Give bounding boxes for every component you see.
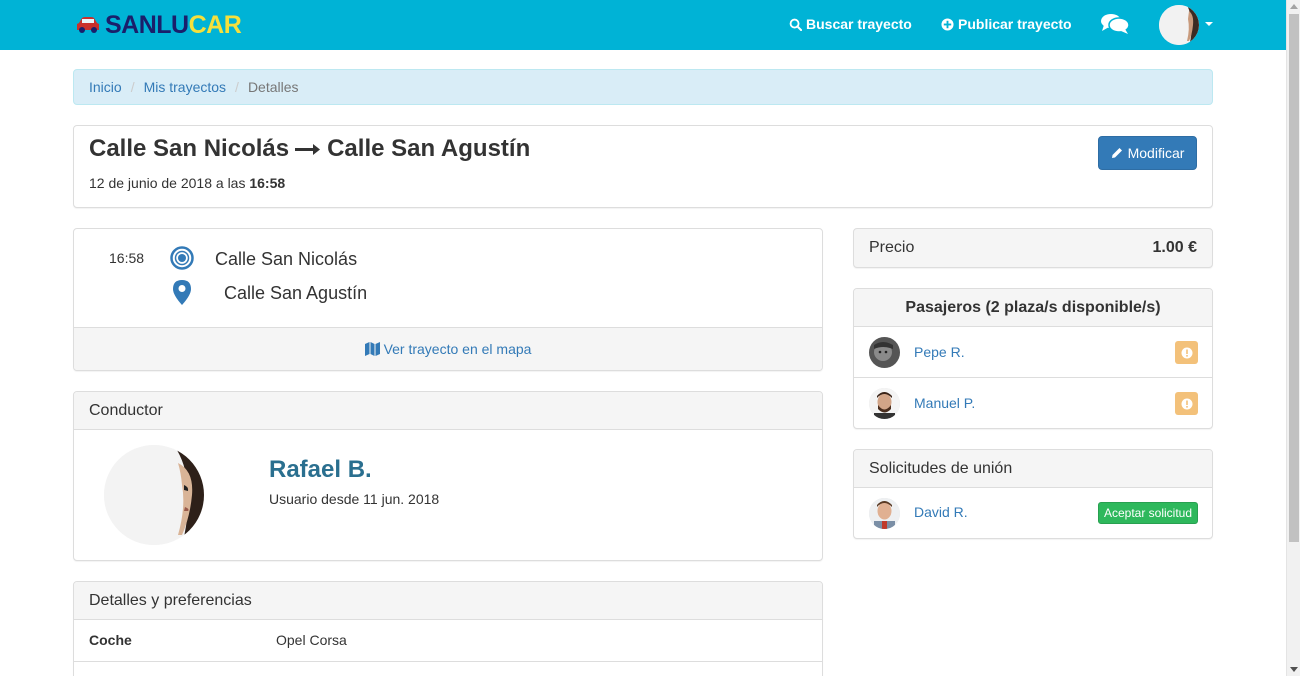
passengers-panel: Pasajeros (2 plaza/s disponible/s) Pepe … [853, 288, 1213, 429]
view-map-link[interactable]: Ver trayecto en el mapa [74, 327, 822, 370]
chevron-down-icon[interactable] [1205, 22, 1213, 26]
nav-publish-label: Publicar trayecto [958, 16, 1072, 32]
passenger-name[interactable]: Manuel P. [914, 395, 975, 411]
passenger-warning-badge[interactable] [1175, 341, 1198, 364]
passenger-photo [869, 388, 900, 419]
nav-search-trip[interactable]: Buscar trayecto [789, 16, 912, 32]
join-requests-heading: Solicitudes de unión [854, 450, 1212, 488]
pencil-icon [1111, 148, 1122, 158]
brand-logo[interactable]: SANLUCAR [75, 10, 242, 40]
dot-circle-icon [170, 246, 194, 270]
page-scrollbar[interactable] [1286, 0, 1300, 676]
breadcrumb-home[interactable]: Inicio [89, 79, 122, 95]
trip-origin-title: Calle San Nicolás [89, 135, 290, 162]
driver-member-since: Usuario desde 11 jun. 2018 [269, 491, 440, 507]
trip-datetime: 12 de junio de 2018 a las 16:58 [89, 175, 285, 191]
modify-button-label: Modificar [1127, 145, 1185, 161]
driver-photo [104, 445, 204, 545]
passengers-panel-heading: Pasajeros (2 plaza/s disponible/s) [854, 289, 1212, 327]
passenger-name[interactable]: Pepe R. [914, 344, 965, 360]
requester-name[interactable]: David R. [914, 504, 968, 520]
driver-name[interactable]: Rafael B. [269, 456, 372, 484]
driver-panel-heading: Conductor [74, 392, 822, 430]
detail-key: Coche [89, 632, 132, 648]
user-avatar[interactable] [1159, 5, 1199, 45]
route-destination: Calle San Agustín [224, 283, 368, 303]
nav-publish-trip[interactable]: Publicar trayecto [941, 16, 1072, 32]
details-panel-heading: Detalles y preferencias [74, 582, 822, 620]
breadcrumb-separator: / [235, 79, 239, 95]
view-map-label: Ver trayecto en el mapa [383, 341, 532, 357]
request-row: David R. Aceptar solicitud [854, 488, 1212, 539]
scroll-up-arrow-icon[interactable] [1290, 4, 1298, 9]
plus-circle-icon [941, 17, 954, 31]
accept-request-button[interactable]: Aceptar solicitud [1098, 502, 1198, 524]
exclamation-circle-icon [1181, 347, 1192, 358]
trip-date-text: 12 de junio de 2018 a las [89, 175, 250, 191]
driver-avatar [104, 445, 204, 545]
route-origin: Calle San Nicolás [215, 249, 358, 269]
avatar-photo [1159, 5, 1199, 45]
breadcrumb: Inicio / Mis trayectos / Detalles [73, 69, 1213, 105]
requester-avatar [869, 498, 900, 529]
join-requests-panel: Solicitudes de unión David R. Aceptar so… [853, 449, 1213, 539]
search-icon [789, 18, 802, 31]
passenger-avatar [869, 337, 900, 368]
nav-search-label: Buscar trayecto [806, 16, 912, 32]
long-arrow-right-icon [295, 144, 321, 155]
driver-panel: Conductor Rafael B. Usuario desde 11 jun… [73, 391, 823, 561]
breadcrumb-my-trips[interactable]: Mis trayectos [144, 79, 226, 95]
top-navbar: SANLUCAR Buscar trayecto Publicar trayec… [0, 0, 1286, 50]
car-icon [77, 17, 99, 33]
details-panel: Detalles y preferencias Coche Opel Corsa [73, 581, 823, 676]
page-title: Calle San Nicolás Calle San Agustín [89, 135, 530, 163]
passenger-warning-badge[interactable] [1175, 392, 1198, 415]
requester-photo [869, 498, 900, 529]
modify-button[interactable]: Modificar [1098, 136, 1197, 170]
detail-value: Opel Corsa [276, 632, 347, 648]
passenger-row: Manuel P. [854, 378, 1212, 429]
breadcrumb-current: Detalles [247, 79, 299, 95]
brand-name-part1: SANLU [105, 10, 189, 39]
scroll-thumb[interactable] [1289, 14, 1299, 542]
route-panel: 16:58 Calle San Nicolás Calle San Agustí… [73, 228, 823, 371]
map-marker-icon [173, 280, 191, 305]
exclamation-circle-icon [1181, 398, 1192, 409]
detail-row: Coche Opel Corsa [74, 620, 822, 662]
price-label: Precio [869, 239, 915, 256]
trip-time-text: 16:58 [249, 175, 286, 191]
price-panel: Precio 1.00 € [853, 228, 1213, 268]
trip-destination-title: Calle San Agustín [327, 135, 531, 162]
price-value: 1.00 € [1152, 239, 1197, 256]
passenger-photo [869, 337, 900, 368]
comments-icon[interactable] [1100, 12, 1130, 36]
passenger-row: Pepe R. [854, 327, 1212, 378]
brand-name-part2: CAR [188, 10, 242, 39]
trip-header-panel: Calle San Nicolás Calle San Agustín 12 d… [73, 125, 1213, 208]
breadcrumb-separator: / [130, 79, 135, 95]
map-icon [364, 342, 380, 356]
route-departure-time: 16:58 [109, 250, 145, 266]
passenger-avatar [869, 388, 900, 419]
scroll-down-arrow-icon[interactable] [1290, 667, 1298, 672]
